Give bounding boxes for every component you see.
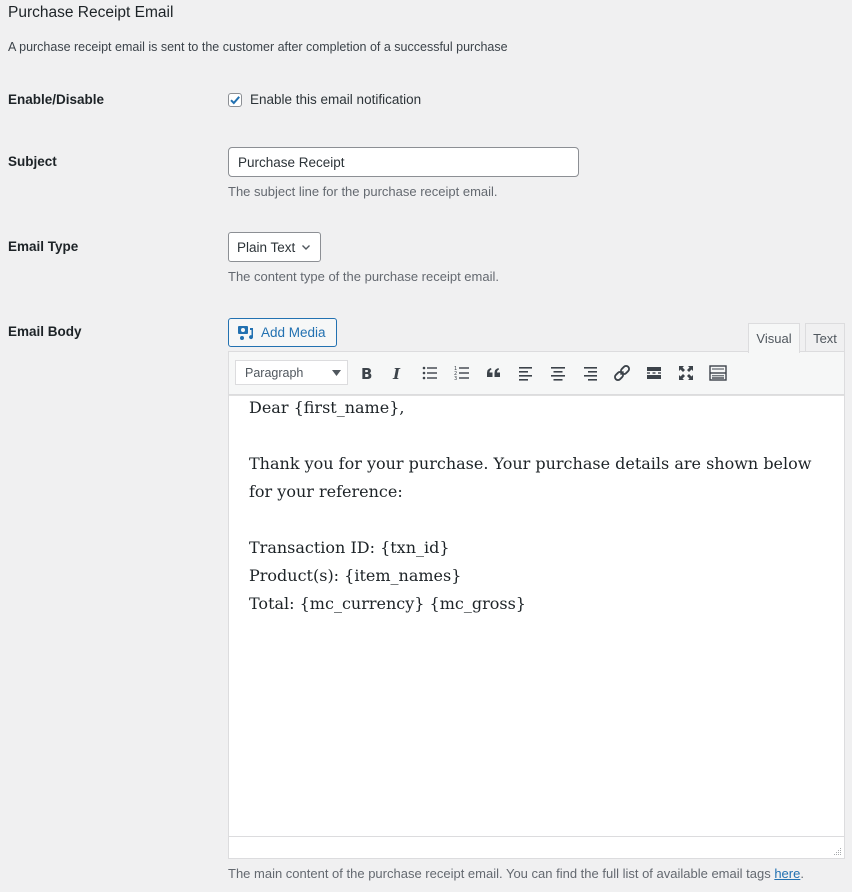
email-body-description: The main content of the purchase receipt… (228, 866, 804, 881)
format-select[interactable]: Paragraph (235, 360, 348, 385)
total-line: Total: {mc_currency} {mc_gross} (249, 594, 526, 613)
caret-down-icon (332, 369, 341, 376)
numbered-list-button[interactable]: 1 2 3 (450, 361, 474, 385)
subject-description: The subject line for the purchase receip… (228, 184, 498, 199)
read-more-button[interactable] (642, 361, 666, 385)
toolbar-toggle-button[interactable] (706, 361, 730, 385)
link-icon (614, 365, 630, 381)
enable-checkbox[interactable] (228, 92, 242, 107)
enable-checkbox-label: Enable this email notification (250, 92, 422, 107)
email-body-content[interactable]: Dear {first_name}, Thank you for your pu… (249, 394, 824, 618)
blockquote-icon (487, 368, 500, 377)
align-left-icon (519, 367, 532, 381)
chevron-down-icon (302, 245, 311, 250)
blockquote-button[interactable] (482, 361, 506, 385)
bulleted-list-icon (422, 366, 437, 380)
subject-label: Subject (8, 154, 57, 169)
format-select-value: Paragraph (245, 365, 304, 380)
bulleted-list-button[interactable] (418, 361, 442, 385)
products-line: Product(s): {item_names} (249, 566, 462, 585)
email-type-description: The content type of the purchase receipt… (228, 269, 499, 284)
email-type-select[interactable]: Plain Text (228, 232, 321, 262)
subject-input[interactable] (228, 147, 579, 177)
email-type-label: Email Type (8, 239, 79, 254)
bold-button[interactable]: B (354, 361, 378, 385)
link-button[interactable] (610, 361, 634, 385)
align-left-button[interactable] (514, 361, 538, 385)
editor-statusbar (229, 836, 844, 858)
intro-paragraph: Thank you for your purchase. Your purcha… (249, 454, 812, 501)
align-right-button[interactable] (578, 361, 602, 385)
align-center-button[interactable] (546, 361, 570, 385)
svg-text:B: B (361, 365, 372, 382)
email-type-selected: Plain Text (237, 239, 296, 255)
page-intro: A purchase receipt email is sent to the … (8, 40, 508, 54)
greeting-line: Dear {first_name}, (249, 398, 405, 417)
fullscreen-icon (679, 366, 693, 380)
resize-handle-icon[interactable] (832, 846, 842, 856)
email-body-description-suffix: . (800, 866, 804, 881)
email-body-description-text: The main content of the purchase receipt… (228, 866, 775, 881)
tab-visual[interactable]: Visual (748, 323, 800, 353)
italic-icon: I (392, 365, 401, 382)
page-title: Purchase Receipt Email (8, 4, 174, 21)
italic-button[interactable]: I (386, 361, 410, 385)
email-tags-link[interactable]: here (774, 866, 800, 881)
align-right-icon (584, 367, 597, 381)
add-media-button[interactable]: Add Media (228, 318, 337, 347)
editor-toolbar: Paragraph B I 1 2 3 (229, 352, 844, 395)
toolbar-toggle-icon (709, 365, 727, 381)
numbered-list-icon: 1 2 3 (454, 366, 469, 382)
checkmark-icon (230, 95, 240, 104)
media-icon (238, 325, 254, 340)
bold-icon: B (361, 365, 372, 382)
enable-label: Enable/Disable (8, 92, 105, 107)
svg-text:3: 3 (454, 376, 457, 382)
align-center-icon (551, 367, 565, 381)
read-more-icon (647, 367, 661, 379)
fullscreen-button[interactable] (674, 361, 698, 385)
email-body-label: Email Body (8, 324, 82, 339)
email-body-editor[interactable]: Paragraph B I 1 2 3 Dear {first_name}, T… (228, 351, 845, 859)
svg-text:I: I (392, 365, 401, 382)
tab-text[interactable]: Text (805, 323, 845, 352)
add-media-label: Add Media (261, 325, 326, 340)
enable-checkbox-row[interactable]: Enable this email notification (228, 92, 421, 107)
transaction-line: Transaction ID: {txn_id} (249, 538, 450, 557)
